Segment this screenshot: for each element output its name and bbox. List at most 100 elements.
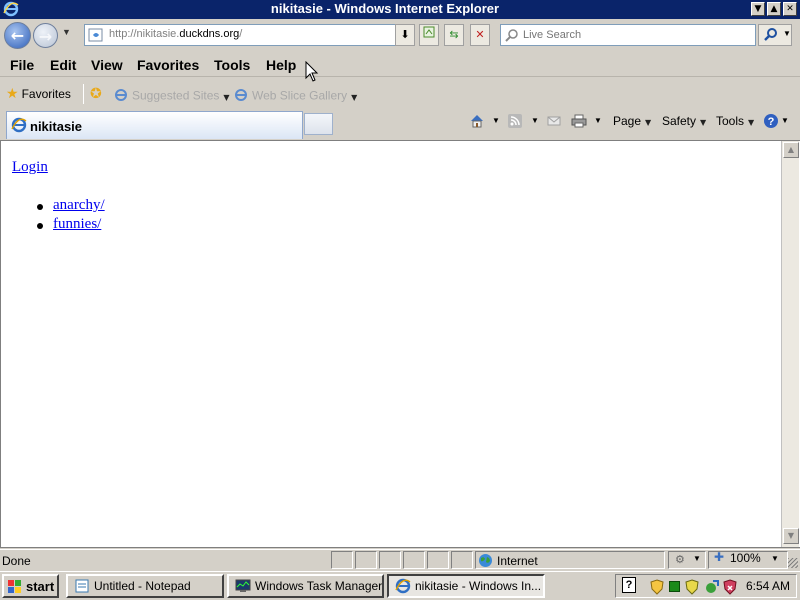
zoom-icon: ✚ — [714, 550, 725, 564]
ie-tab-icon — [11, 117, 27, 138]
tab-row: nikitasie ▼ ▼ ▼ Page ▼ Safety ▼ Tools ▼ ? ▼ — [0, 108, 800, 140]
task-manager-icon — [235, 578, 251, 596]
protected-mode-icon: ⚙ — [675, 554, 685, 566]
menu-tools[interactable]: Tools — [214, 57, 250, 73]
home-dropdown-icon[interactable]: ▼ — [492, 116, 500, 125]
taskbar-item-internet-explorer[interactable]: nikitasie - Windows In... — [387, 574, 545, 598]
status-text: Done — [2, 554, 31, 568]
address-bar[interactable]: http://nikitasie.duckdns.org/ — [84, 24, 414, 46]
search-box[interactable] — [500, 24, 756, 46]
status-cell — [355, 551, 377, 569]
svg-text:?: ? — [768, 116, 775, 128]
zoom-level[interactable]: 100% — [730, 551, 761, 565]
search-input[interactable] — [523, 27, 748, 43]
refresh-icon[interactable]: ⇆ — [444, 24, 464, 46]
favorites-button[interactable]: ★ Favorites — [6, 86, 71, 102]
protected-dropdown-icon[interactable]: ▼ — [693, 554, 701, 563]
scroll-up-button[interactable]: ▲ — [783, 142, 799, 158]
anarchy-link[interactable]: anarchy/ — [53, 197, 105, 213]
web-page: Login anarchy/ funnies/ — [1, 141, 781, 547]
minimize-button[interactable]: ▼ — [751, 2, 765, 16]
status-cell — [403, 551, 425, 569]
magnifier-icon — [763, 27, 779, 48]
status-bar: Done Internet ⚙ ▼ ✚ 100% ▼ — [0, 549, 800, 570]
tab-active[interactable]: nikitasie — [6, 111, 303, 139]
scroll-down-button[interactable]: ▼ — [783, 528, 799, 544]
menu-help[interactable]: Help — [266, 57, 296, 73]
taskbar-item-notepad[interactable]: Untitled - Notepad — [66, 574, 224, 598]
security-shield-icon[interactable] — [650, 579, 664, 600]
separator — [83, 84, 84, 104]
favorites-star-icon: ★ — [6, 86, 19, 102]
print-icon[interactable] — [570, 113, 588, 134]
security-zone-text: Internet — [497, 554, 538, 568]
forward-button[interactable]: → — [33, 23, 58, 48]
navigation-bar: ← → ▼ http://nikitasie.duckdns.org/ ⬇ ⇆ … — [0, 19, 800, 52]
favorites-bar: ★ Favorites ✪ Suggested Sites ▼ Web Slice … — [0, 81, 800, 107]
menu-bar: File Edit View Favorites Tools Help — [0, 53, 800, 77]
menu-view[interactable]: View — [91, 57, 123, 73]
feeds-dropdown-icon[interactable]: ▼ — [531, 116, 539, 125]
system-tray: 6:54 AM — [615, 574, 797, 598]
page-menu[interactable]: Page ▼ — [613, 114, 651, 128]
live-search-icon — [505, 28, 519, 47]
status-cell — [451, 551, 473, 569]
taskbar: start Untitled - Notepad Windows Task Ma… — [0, 571, 800, 600]
search-button[interactable]: ▼ — [758, 24, 792, 46]
feeds-icon[interactable] — [507, 113, 523, 134]
vertical-scrollbar[interactable]: ▲ ▼ — [781, 141, 799, 547]
maximize-button[interactable]: ▲ — [767, 2, 781, 16]
update-icon[interactable] — [704, 579, 720, 600]
safety-menu[interactable]: Safety ▼ — [662, 114, 706, 128]
windows-flag-icon — [7, 579, 23, 598]
search-options-icon[interactable]: ▼ — [783, 29, 791, 38]
page-icon — [88, 28, 104, 47]
back-arrow-icon: ← — [10, 26, 25, 45]
zoom-dropdown-icon[interactable]: ▼ — [771, 554, 779, 563]
start-button[interactable]: start — [2, 574, 59, 598]
list-item: funnies/ — [37, 216, 105, 235]
help-dropdown-icon[interactable]: ▼ — [781, 116, 789, 125]
back-button[interactable]: ← — [4, 22, 31, 49]
print-dropdown-icon[interactable]: ▼ — [594, 116, 602, 125]
address-dropdown-icon[interactable]: ⬇ — [395, 24, 415, 46]
new-tab-button[interactable] — [304, 113, 333, 135]
ie-page-icon — [114, 88, 128, 105]
web-slice-gallery-link[interactable]: Web Slice Gallery ▼ — [234, 88, 357, 105]
add-to-favorites-icon[interactable]: ✪ — [90, 86, 102, 102]
login-link[interactable]: Login — [12, 159, 48, 176]
suggested-sites-link[interactable]: Suggested Sites ▼ — [114, 88, 230, 105]
menu-edit[interactable]: Edit — [50, 57, 76, 73]
window-title: nikitasie - Windows Internet Explorer — [270, 1, 500, 16]
menu-file[interactable]: File — [10, 57, 34, 73]
tab-title: nikitasie — [30, 119, 83, 134]
clock[interactable]: 6:54 AM — [746, 579, 790, 593]
stop-icon[interactable]: ✕ — [470, 24, 490, 46]
directory-list: anarchy/ funnies/ — [37, 197, 105, 235]
browser-window: nikitasie - Windows Internet Explorer ▼ … — [0, 0, 800, 571]
help-icon[interactable]: ? — [763, 113, 779, 134]
forward-arrow-icon: → — [38, 27, 53, 46]
tools-menu[interactable]: Tools ▼ — [716, 114, 754, 128]
status-cell — [331, 551, 353, 569]
alert-shield-icon[interactable] — [723, 579, 737, 600]
recent-pages-dropdown-icon[interactable]: ▼ — [62, 27, 71, 37]
compatibility-view-icon[interactable] — [419, 24, 439, 46]
mail-icon[interactable] — [546, 113, 562, 134]
close-button[interactable]: ✕ — [783, 2, 797, 16]
content-area: Login anarchy/ funnies/ ▲ ▼ — [0, 140, 800, 548]
network-status-icon[interactable] — [669, 581, 680, 592]
taskbar-item-task-manager[interactable]: Windows Task Manager — [227, 574, 384, 598]
internet-globe-icon — [478, 553, 493, 573]
title-bar[interactable]: nikitasie - Windows Internet Explorer ▼ … — [0, 0, 800, 19]
resize-grip-icon[interactable] — [788, 558, 798, 568]
status-cell — [379, 551, 401, 569]
antivirus-shield-icon[interactable] — [685, 579, 699, 600]
status-cell — [427, 551, 449, 569]
mouse-cursor-icon — [305, 60, 319, 88]
menu-favorites[interactable]: Favorites — [137, 57, 199, 73]
funnies-link[interactable]: funnies/ — [53, 216, 101, 232]
notepad-icon — [74, 578, 90, 596]
url-text[interactable]: http://nikitasie.duckdns.org/ — [109, 28, 242, 40]
home-icon[interactable] — [469, 113, 485, 134]
